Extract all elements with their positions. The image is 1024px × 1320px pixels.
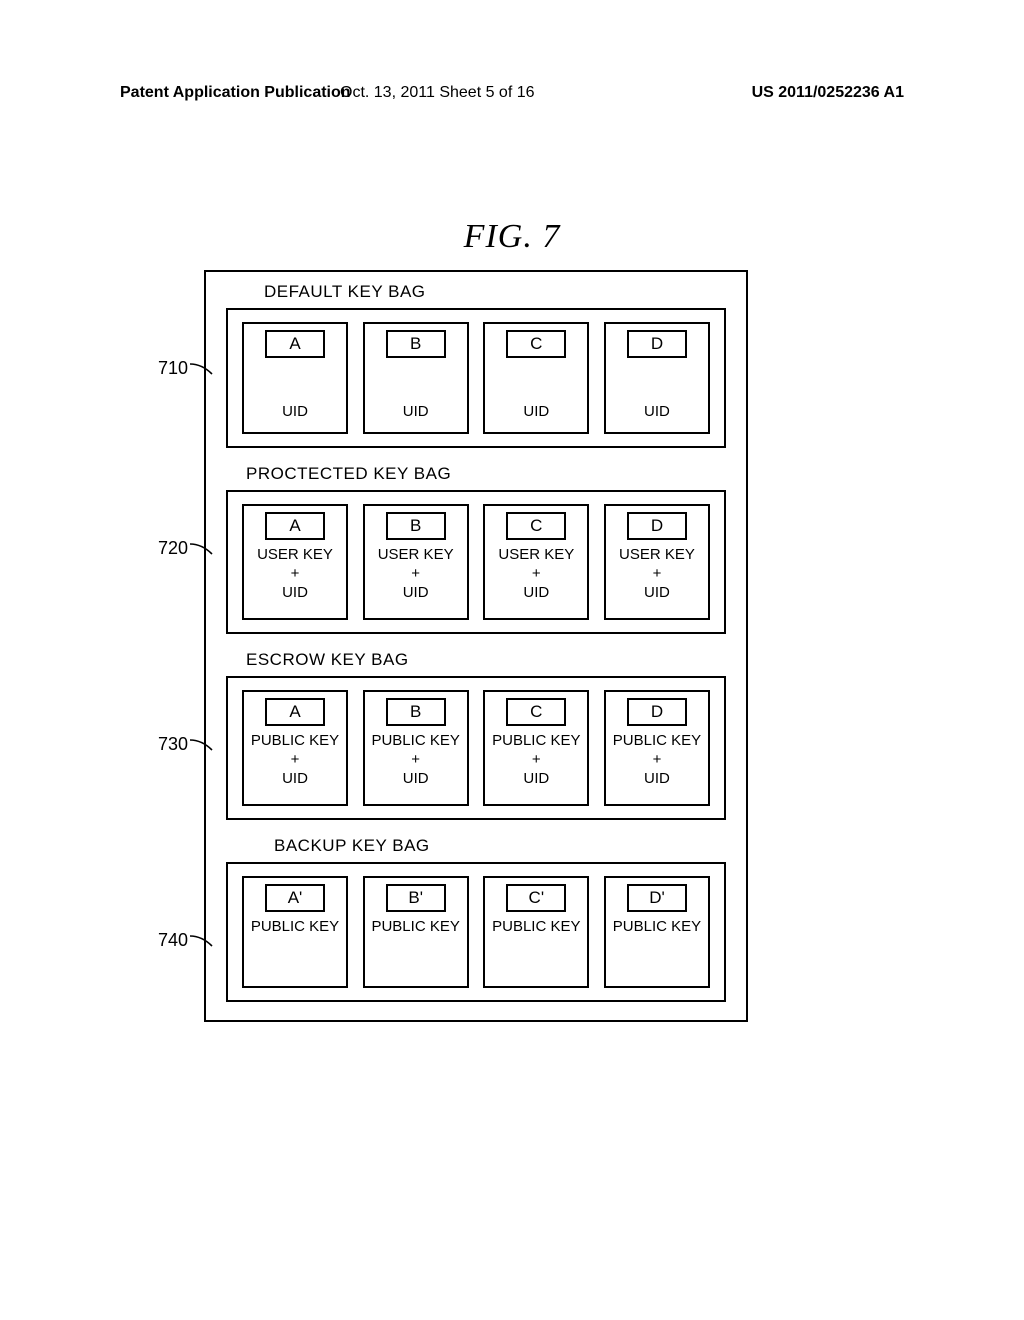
key-cell: C PUBLIC KEY + UID bbox=[483, 690, 589, 806]
key-cell: C' PUBLIC KEY bbox=[483, 876, 589, 988]
key-label: B bbox=[386, 698, 446, 726]
key-label: A' bbox=[265, 884, 325, 912]
protected-bag-title: PROCTECTED KEY BAG bbox=[206, 454, 746, 490]
key-cell: A UID bbox=[242, 322, 348, 434]
key-label: D bbox=[627, 512, 687, 540]
header-mid: Oct. 13, 2011 Sheet 5 of 16 bbox=[340, 84, 535, 102]
leader-line-icon bbox=[190, 738, 214, 752]
key-label: A bbox=[265, 512, 325, 540]
key-cell: B USER KEY + UID bbox=[363, 504, 469, 620]
key-sub: PUBLIC KEY + UID bbox=[251, 732, 339, 788]
key-cell: C UID bbox=[483, 322, 589, 434]
key-sub: USER KEY + UID bbox=[498, 546, 574, 602]
backup-key-bag: A' PUBLIC KEY B' PUBLIC KEY C' PUBLIC KE… bbox=[226, 862, 726, 1002]
ref-number: 730 bbox=[158, 734, 188, 755]
key-sub: UID bbox=[523, 403, 549, 422]
leader-line-icon bbox=[190, 542, 214, 556]
key-label: B bbox=[386, 512, 446, 540]
key-label: C bbox=[506, 698, 566, 726]
key-label: D' bbox=[627, 884, 687, 912]
key-label: D bbox=[627, 330, 687, 358]
ref-number: 720 bbox=[158, 538, 188, 559]
header-right: US 2011/0252236 A1 bbox=[752, 84, 904, 102]
key-sub: UID bbox=[403, 403, 429, 422]
escrow-key-bag: A PUBLIC KEY + UID B PUBLIC KEY + UID C … bbox=[226, 676, 726, 820]
key-cell: B UID bbox=[363, 322, 469, 434]
key-label: A bbox=[265, 330, 325, 358]
key-cell: D' PUBLIC KEY bbox=[604, 876, 710, 988]
leader-line-icon bbox=[190, 934, 214, 948]
key-cell: B PUBLIC KEY + UID bbox=[363, 690, 469, 806]
ref-number: 740 bbox=[158, 930, 188, 951]
protected-key-bag: A USER KEY + UID B USER KEY + UID C USER… bbox=[226, 490, 726, 634]
key-label: A bbox=[265, 698, 325, 726]
backup-bag-title: BACKUP KEY BAG bbox=[206, 826, 746, 862]
ref-number: 710 bbox=[158, 358, 188, 379]
key-cell: D PUBLIC KEY + UID bbox=[604, 690, 710, 806]
key-cell: A PUBLIC KEY + UID bbox=[242, 690, 348, 806]
figure-title: FIG. 7 bbox=[0, 218, 1024, 256]
ref-730: 730 bbox=[158, 734, 214, 755]
key-cell: A USER KEY + UID bbox=[242, 504, 348, 620]
key-label: B' bbox=[386, 884, 446, 912]
key-sub: PUBLIC KEY + UID bbox=[371, 732, 459, 788]
key-sub: PUBLIC KEY + UID bbox=[492, 732, 580, 788]
key-cell: D USER KEY + UID bbox=[604, 504, 710, 620]
page-header: Patent Application Publication Oct. 13, … bbox=[0, 84, 1024, 102]
key-sub: PUBLIC KEY bbox=[492, 918, 580, 937]
key-label: D bbox=[627, 698, 687, 726]
header-left: Patent Application Publication bbox=[120, 84, 351, 102]
key-cell: B' PUBLIC KEY bbox=[363, 876, 469, 988]
key-label: C bbox=[506, 512, 566, 540]
default-bag-title: DEFAULT KEY BAG bbox=[206, 272, 746, 308]
key-bags-container: DEFAULT KEY BAG A UID B UID C UID D UID … bbox=[204, 270, 748, 1022]
key-sub: PUBLIC KEY bbox=[251, 918, 339, 937]
key-sub: PUBLIC KEY bbox=[613, 918, 701, 937]
ref-720: 720 bbox=[158, 538, 214, 559]
key-cell: D UID bbox=[604, 322, 710, 434]
key-sub: PUBLIC KEY bbox=[371, 918, 459, 937]
key-sub: UID bbox=[644, 403, 670, 422]
key-sub: PUBLIC KEY + UID bbox=[613, 732, 701, 788]
key-label: C bbox=[506, 330, 566, 358]
escrow-bag-title: ESCROW KEY BAG bbox=[206, 640, 746, 676]
key-label: B bbox=[386, 330, 446, 358]
leader-line-icon bbox=[190, 362, 214, 376]
key-sub: USER KEY + UID bbox=[619, 546, 695, 602]
key-sub: UID bbox=[282, 403, 308, 422]
ref-710: 710 bbox=[158, 358, 214, 379]
key-cell: A' PUBLIC KEY bbox=[242, 876, 348, 988]
key-label: C' bbox=[506, 884, 566, 912]
key-sub: USER KEY + UID bbox=[257, 546, 333, 602]
key-cell: C USER KEY + UID bbox=[483, 504, 589, 620]
default-key-bag: A UID B UID C UID D UID bbox=[226, 308, 726, 448]
ref-740: 740 bbox=[158, 930, 214, 951]
key-sub: USER KEY + UID bbox=[378, 546, 454, 602]
